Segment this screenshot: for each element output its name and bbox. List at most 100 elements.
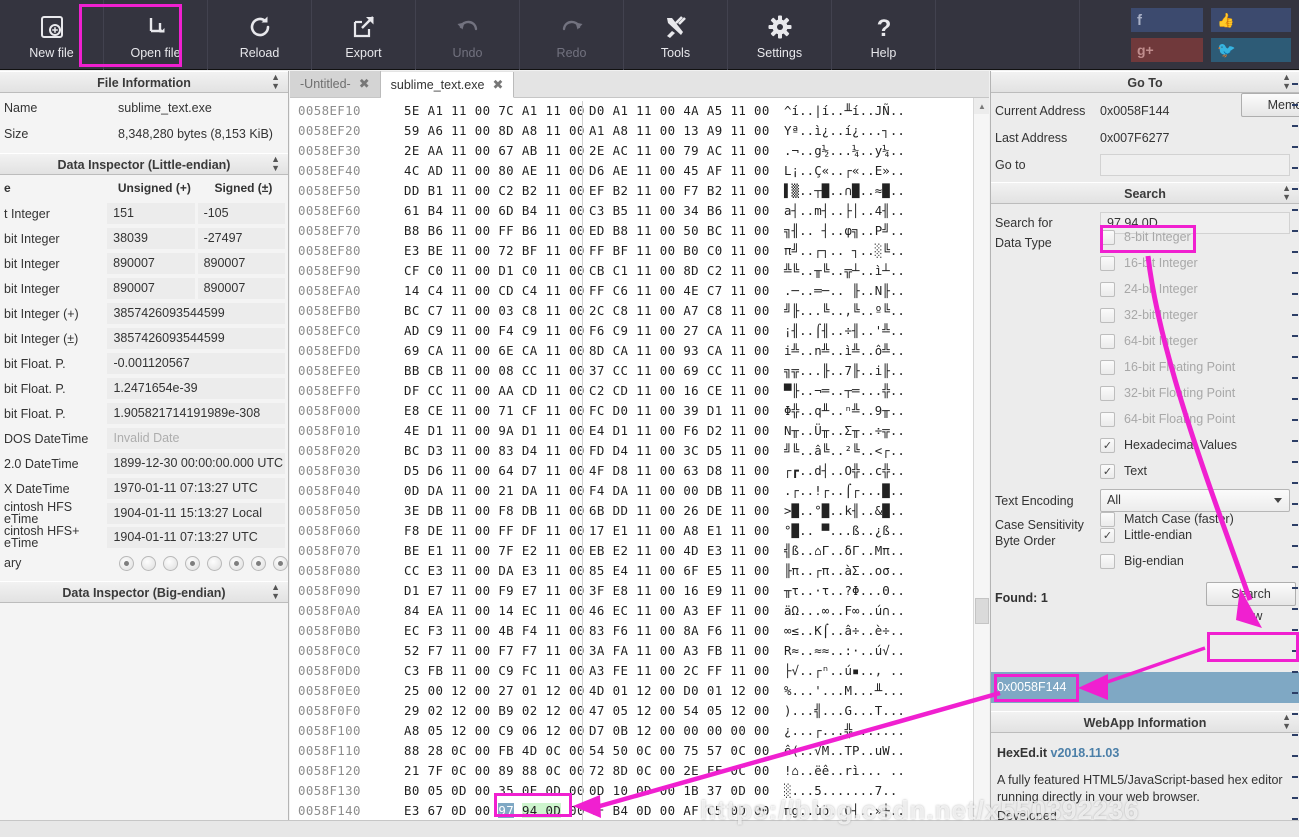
hex-bytes-group-2[interactable]: 85 E4 11 00 6F E5 11 00 bbox=[582, 561, 774, 581]
text-encoding-select[interactable]: All bbox=[1100, 489, 1290, 512]
hex-bytes-group-1[interactable]: BC C7 11 00 03 C8 11 00 bbox=[398, 301, 584, 321]
byte-order-checkbox[interactable]: ✓ bbox=[1100, 527, 1115, 543]
hex-bytes-group-2[interactable]: EF B2 11 00 F7 B2 11 00 bbox=[582, 181, 774, 201]
scrollbar-thumb[interactable] bbox=[975, 598, 989, 624]
hex-row[interactable]: 0058EFA0 14 C4 11 00 CD C4 11 00 FF C6 11 … bbox=[290, 281, 989, 301]
hex-row[interactable]: 0058EFB0 BC C7 11 00 03 C8 11 00 2C C8 11 … bbox=[290, 301, 989, 321]
hex-ascii[interactable]: ╣ß..⌂Γ..δΓ..Mπ.. bbox=[774, 541, 905, 561]
hex-bytes-group-2[interactable]: D7 0B 12 00 00 00 00 00 bbox=[582, 721, 774, 741]
data-inspector-unsigned-value[interactable]: 1899-12-30 00:00:00.000 UTC bbox=[107, 453, 285, 474]
hex-row[interactable]: 0058EFC0 AD C9 11 00 F4 C9 11 00 F6 C9 11 … bbox=[290, 321, 989, 341]
hex-bytes-group-2[interactable]: 3F E8 11 00 16 E9 11 00 bbox=[582, 581, 774, 601]
hex-row[interactable]: 0058EF20 59 A6 11 00 8D A8 11 00 A1 A8 11 … bbox=[290, 121, 989, 141]
data-type-checkbox[interactable] bbox=[1100, 333, 1115, 349]
hex-bytes-group-2[interactable]: A3 FE 11 00 2C FF 11 00 bbox=[582, 661, 774, 681]
goto-header[interactable]: Go To ▲ ▼ bbox=[991, 71, 1299, 93]
hex-bytes-group-1[interactable]: 14 C4 11 00 CD C4 11 00 bbox=[398, 281, 584, 301]
hex-ascii[interactable]: ¿...┌...╬....... bbox=[774, 721, 905, 741]
data-inspector-unsigned-value[interactable]: 1904-01-11 07:13:27 UTC bbox=[107, 526, 285, 548]
data-inspector-unsigned-value[interactable]: 3857426093544599 bbox=[107, 303, 285, 324]
hex-match-bytes[interactable]: 94 0D bbox=[521, 803, 562, 818]
chevron-updown-icon[interactable]: ▲ ▼ bbox=[271, 583, 280, 601]
hex-row[interactable]: 0058EF10 5E A1 11 00 7C A1 11 00 D0 A1 11 … bbox=[290, 101, 989, 121]
hex-bytes-group-1[interactable]: 2E AA 11 00 67 AB 11 00 bbox=[398, 141, 584, 161]
hex-row[interactable]: 0058F0B0 EC F3 11 00 4B F4 11 00 83 F6 11 … bbox=[290, 621, 989, 641]
hex-ascii[interactable]: ╝╚..â╚..²╚..<┌.. bbox=[774, 441, 905, 461]
data-inspector-signed-value[interactable]: 890007 bbox=[197, 253, 285, 274]
hex-bytes-group-2[interactable]: FD D4 11 00 3C D5 11 00 bbox=[582, 441, 774, 461]
webapp-information-header[interactable]: WebApp Information ▲ ▼ bbox=[991, 711, 1299, 733]
hex-bytes-group-1[interactable]: 3E DB 11 00 F8 DB 11 00 bbox=[398, 501, 584, 521]
data-type-option[interactable]: 64-bit Integer bbox=[991, 328, 1299, 354]
hex-ascii[interactable]: ^í..|í..╨í..JÑ.. bbox=[774, 101, 905, 121]
hex-ascii[interactable]: Yª..ì¿..í¿...┐.. bbox=[774, 121, 905, 141]
hex-row[interactable]: 0058F130 B0 05 0D 00 35 0E 0D 00 0D 10 0D … bbox=[290, 781, 989, 801]
data-type-option[interactable]: 32-bit Floating Point bbox=[991, 380, 1299, 406]
data-type-option[interactable]: 16-bit Floating Point bbox=[991, 354, 1299, 380]
hex-row[interactable]: 0058EF40 4C AD 11 00 80 AE 11 00 D6 AE 11 … bbox=[290, 161, 989, 181]
data-type-option[interactable]: ✓ Text bbox=[991, 458, 1299, 484]
hex-bytes-group-1[interactable]: 0D DA 11 00 21 DA 11 00 bbox=[398, 481, 584, 501]
facebook-button[interactable]: f bbox=[1131, 8, 1203, 32]
binary-bit[interactable] bbox=[207, 555, 222, 571]
byte-order-checkbox[interactable] bbox=[1100, 553, 1115, 569]
hex-ascii[interactable]: N╥..Ü╥..Σ╥..÷╦.. bbox=[774, 421, 905, 441]
hex-ascii[interactable]: !⌂..ëê..rì... .. bbox=[774, 761, 905, 781]
hex-bytes-group-1[interactable]: CC E3 11 00 DA E3 11 00 bbox=[398, 561, 584, 581]
hex-ascii[interactable]: ╩╚..╥╚..╦┴..ì┴.. bbox=[774, 261, 905, 281]
binary-bit[interactable] bbox=[273, 555, 288, 571]
data-inspector-unsigned-value[interactable]: Invalid Date bbox=[107, 428, 285, 449]
hex-bytes-group-2[interactable]: 2C C8 11 00 A7 C8 11 00 bbox=[582, 301, 774, 321]
hex-bytes-group-1[interactable]: D5 D6 11 00 64 D7 11 00 bbox=[398, 461, 584, 481]
hex-ascii[interactable]: ╥τ..·τ..?Φ...Θ.. bbox=[774, 581, 905, 601]
toolbar-button-tools[interactable]: Tools bbox=[624, 0, 728, 70]
hex-bytes-group-1[interactable]: 52 F7 11 00 F7 F7 11 00 bbox=[398, 641, 584, 661]
binary-bit[interactable] bbox=[163, 555, 178, 571]
hex-bytes-group-2[interactable]: 8D CA 11 00 93 CA 11 00 bbox=[582, 341, 774, 361]
hex-bytes-group-2[interactable]: 4F B4 0D 00 AF C5 0D 00 bbox=[582, 801, 774, 821]
hex-bytes-group-2[interactable]: D6 AE 11 00 45 AF 11 00 bbox=[582, 161, 774, 181]
binary-bit[interactable] bbox=[141, 555, 156, 571]
hex-bytes-group-1[interactable]: 69 CA 11 00 6E CA 11 00 bbox=[398, 341, 584, 361]
like-button[interactable]: 👍 bbox=[1211, 8, 1291, 32]
hex-bytes-group-1[interactable]: 61 B4 11 00 6D B4 11 00 bbox=[398, 201, 584, 221]
toolbar-button-settings[interactable]: Settings bbox=[728, 0, 832, 70]
data-type-checkbox[interactable]: ✓ bbox=[1100, 437, 1115, 453]
toolbar-button-new-file[interactable]: New file bbox=[0, 0, 104, 70]
data-inspector-be-header[interactable]: Data Inspector (Big-endian) ▲ ▼ bbox=[0, 581, 288, 603]
hex-bytes-group-1[interactable]: EC F3 11 00 4B F4 11 00 bbox=[398, 621, 584, 641]
hex-bytes-group-2[interactable]: 17 E1 11 00 A8 E1 11 00 bbox=[582, 521, 774, 541]
hex-row[interactable]: 0058EF60 61 B4 11 00 6D B4 11 00 C3 B5 11 … bbox=[290, 201, 989, 221]
hex-bytes-group-1[interactable]: BE E1 11 00 7F E2 11 00 bbox=[398, 541, 584, 561]
hex-bytes-group-2[interactable]: 72 8D 0C 00 2E FF 0C 00 bbox=[582, 761, 774, 781]
hex-ascii[interactable]: R≈..≈≈..:·..ú√.. bbox=[774, 641, 905, 661]
hex-ascii[interactable]: %...'...M...╨... bbox=[774, 681, 905, 701]
hex-row[interactable]: 0058F060 F8 DE 11 00 FF DF 11 00 17 E1 11 … bbox=[290, 521, 989, 541]
hex-bytes-group-2[interactable]: C2 CD 11 00 16 CE 11 00 bbox=[582, 381, 774, 401]
data-inspector-unsigned-value[interactable]: 3857426093544599 bbox=[107, 328, 285, 349]
hex-ascii[interactable]: .─..═─.. ╟..N╟.. bbox=[774, 281, 905, 301]
data-type-checkbox[interactable] bbox=[1100, 255, 1115, 271]
binary-bit[interactable] bbox=[229, 555, 244, 571]
data-inspector-unsigned-value[interactable]: 890007 bbox=[107, 253, 195, 274]
hex-bytes-group-1[interactable]: B0 05 0D 00 35 0E 0D 00 bbox=[398, 781, 584, 801]
hex-row[interactable]: 0058EFF0 DF CC 11 00 AA CD 11 00 C2 CD 11 … bbox=[290, 381, 989, 401]
hex-row[interactable]: 0058EF80 E3 BE 11 00 72 BF 11 00 FF BF 11 … bbox=[290, 241, 989, 261]
hex-bytes-group-2[interactable]: F4 DA 11 00 00 DB 11 00 bbox=[582, 481, 774, 501]
hex-ascii[interactable]: >█..°█..k╢..&█.. bbox=[774, 501, 905, 521]
hex-bytes-group-2[interactable]: FF C6 11 00 4E C7 11 00 bbox=[582, 281, 774, 301]
data-inspector-unsigned-value[interactable]: 1970-01-11 07:13:27 UTC bbox=[107, 478, 285, 499]
hex-row[interactable]: 0058F040 0D DA 11 00 21 DA 11 00 F4 DA 11 … bbox=[290, 481, 989, 501]
hex-bytes-group-2[interactable]: 83 F6 11 00 8A F6 11 00 bbox=[582, 621, 774, 641]
hex-row[interactable]: 0058F050 3E DB 11 00 F8 DB 11 00 6B DD 11 … bbox=[290, 501, 989, 521]
hex-bytes-group-1[interactable]: 5E A1 11 00 7C A1 11 00 bbox=[398, 101, 584, 121]
hex-row[interactable]: 0058F0C0 52 F7 11 00 F7 F7 11 00 3A FA 11 … bbox=[290, 641, 989, 661]
hex-bytes-group-1[interactable]: BC D3 11 00 83 D4 11 00 bbox=[398, 441, 584, 461]
toolbar-button-help[interactable]: ? Help bbox=[832, 0, 936, 70]
hex-row[interactable]: 0058EFE0 BB CB 11 00 08 CC 11 00 37 CC 11 … bbox=[290, 361, 989, 381]
hex-ascii[interactable]: ├√..┌ⁿ..ú▪.., .. bbox=[774, 661, 905, 681]
hex-bytes-group-1[interactable]: 21 7F 0C 00 89 88 0C 00 bbox=[398, 761, 584, 781]
hex-row[interactable]: 0058EF90 CF C0 11 00 D1 C0 11 00 CB C1 11 … bbox=[290, 261, 989, 281]
data-type-checkbox[interactable] bbox=[1100, 307, 1115, 323]
hex-row[interactable]: 0058F0E0 25 00 12 00 27 01 12 00 4D 01 12 … bbox=[290, 681, 989, 701]
